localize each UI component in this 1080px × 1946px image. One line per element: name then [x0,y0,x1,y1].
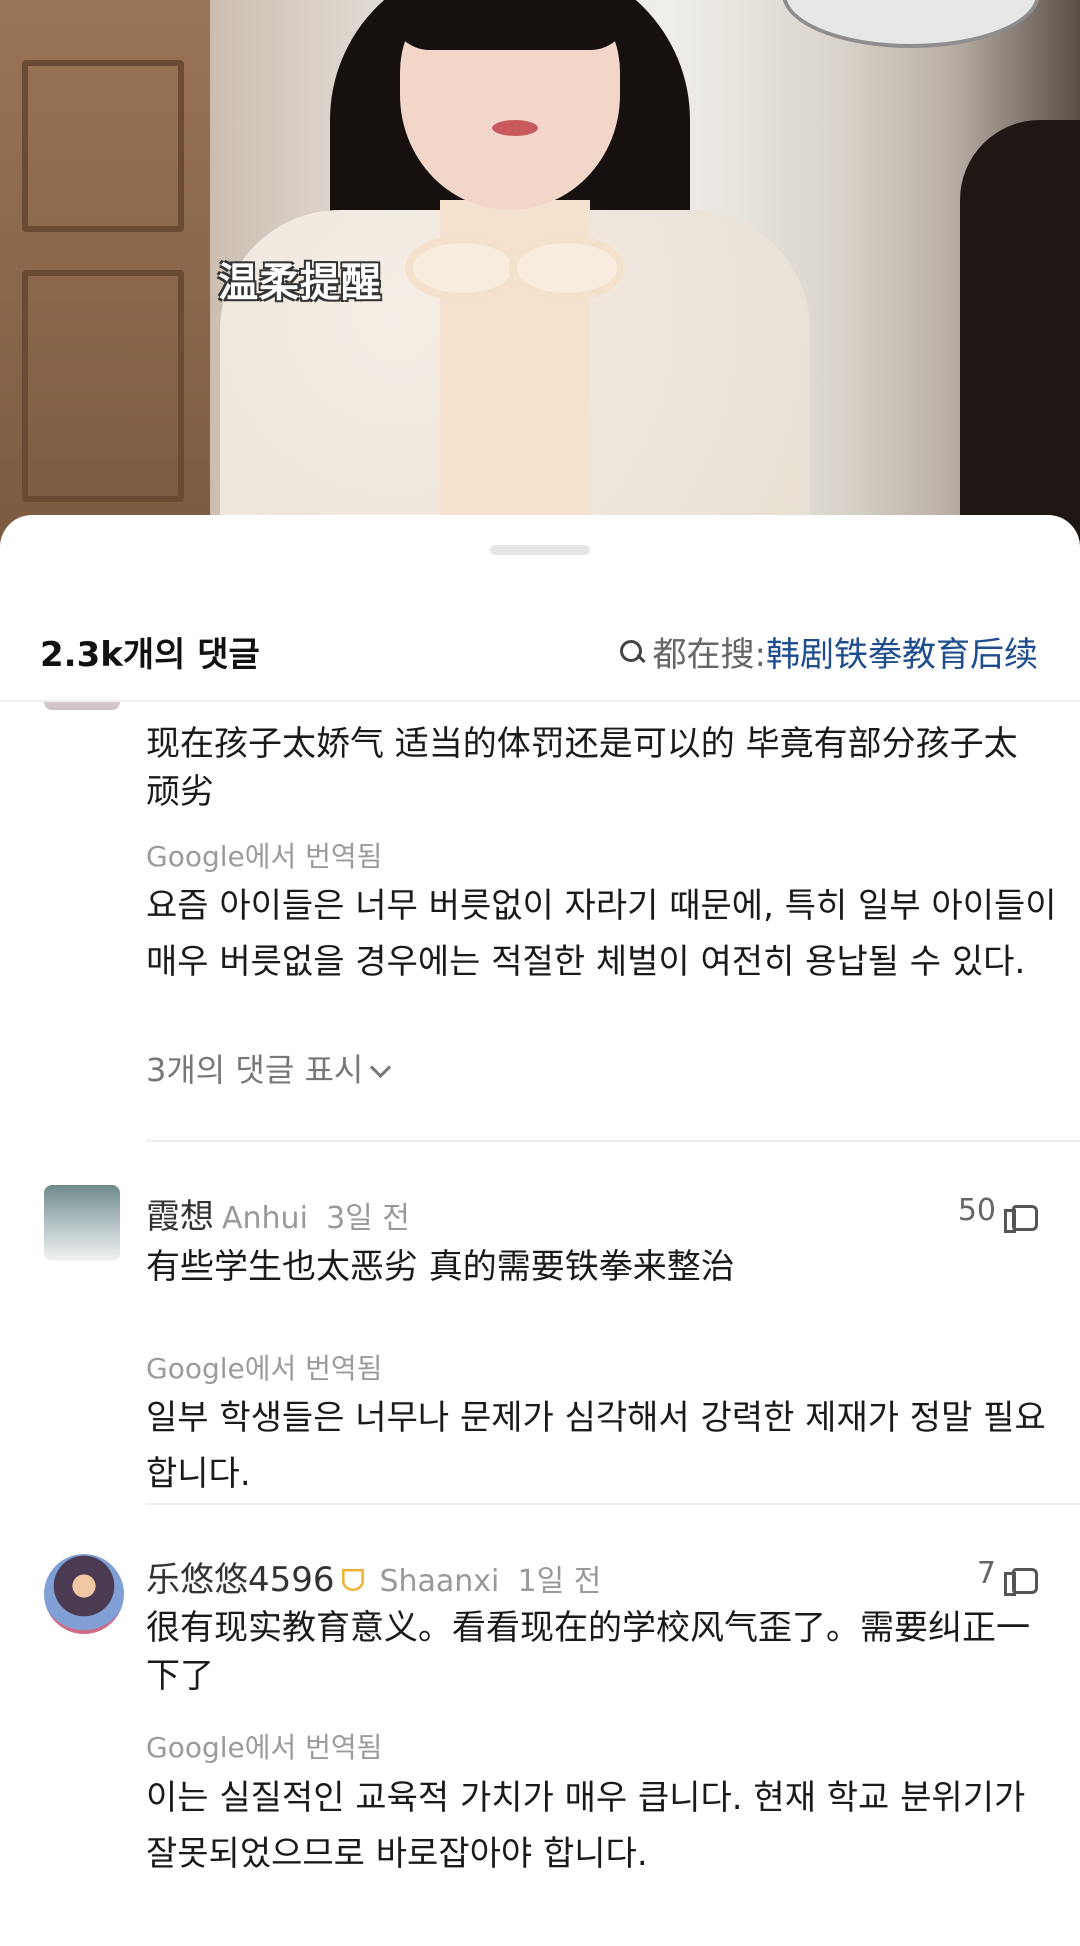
comment-translation: 이는 실질적인 교육적 가치가 매우 큽니다. 현재 학교 분위기가 잘못되었으… [146,1778,1026,1874]
comment-time: 3일 전 [326,1201,410,1236]
comment-sheet-header: 2.3k개의 댓글 都在搜: 韩剧铁拳教育后续 [0,615,1080,695]
comment-username[interactable]: 霞想 [146,1197,214,1237]
thumbs-up-icon [1004,1558,1038,1596]
actress-bow [405,235,625,301]
comment-region: Anhui [222,1201,308,1236]
comment-count: 2.3k개의 댓글 [40,635,260,675]
sheet-drag-handle[interactable] [490,545,590,555]
like-button[interactable]: 50 [957,1193,1038,1233]
comment-time: 1일 전 [517,1564,602,1599]
background-person [960,120,1080,560]
video-player[interactable]: 温柔提醒 [0,0,1080,560]
comment-divider [146,1503,1080,1505]
comment-meta: 乐悠悠4596 ᗜ Shaanxi 1일 전 [146,1552,601,1601]
translation-label: Google에서 번역됨 [146,840,383,873]
lips [492,120,538,136]
like-button[interactable]: 7 [976,1556,1038,1596]
like-count: 50 [957,1193,996,1228]
comment-sheet: 2.3k개의 댓글 都在搜: 韩剧铁拳教育后续 现在孩子太娇气 适当的体罚还是可… [0,515,1080,1946]
trending-search-prefix: 都在搜: [652,635,766,675]
video-subtitle: 温柔提醒 [218,260,382,306]
actress-bangs [390,0,630,50]
comment-translation: 요즘 아이들은 너무 버릇없이 자라기 때문에, 특히 일부 아이들이 매우 버… [146,886,1057,982]
like-count: 7 [976,1556,996,1591]
chevron-down-icon [370,1056,392,1079]
translation-label: Google에서 번역됨 [146,1731,383,1764]
comment-username[interactable]: 乐悠悠4596 [146,1560,335,1600]
show-replies-label: 3개의 댓글 표시 [146,1051,364,1089]
comment-meta: 霞想 Anhui 3일 전 [146,1189,410,1238]
thumbs-up-icon [1004,1195,1038,1233]
background-fan [782,0,1040,48]
avatar[interactable] [44,1185,120,1261]
comment-translation: 일부 학생들은 너무나 문제가 심각해서 강력한 제재가 정말 필요합니다. [146,1398,1046,1494]
comment-list[interactable]: 现在孩子太娇气 适当的体罚还是可以的 毕竟有部分孩子太顽劣 Google에서 번… [0,700,1080,1946]
door-panel-bottom [22,270,184,502]
comment-text: 很有现实教育意义。看看现在的学校风气歪了。需要纠正一下了 [146,1608,1030,1696]
comment-text: 有些学生也太恶劣 真的需要铁拳来整治 [146,1247,735,1287]
background-door [0,0,210,560]
trending-search-topic[interactable]: 韩剧铁拳教育后续 [766,627,1038,676]
show-replies-button[interactable]: 3개의 댓글 표시 [146,1045,392,1091]
avatar[interactable] [44,1554,124,1634]
trending-search-link[interactable]: 都在搜: 韩剧铁拳教育后续 [619,627,1038,676]
door-panel-top [22,60,184,232]
header-divider [0,700,1080,702]
user-badge-icon: ᗜ [340,1564,366,1599]
comment-text: 现在孩子太娇气 适当的体罚还是可以的 毕竟有部分孩子太顽劣 [146,724,1018,812]
search-icon [619,639,645,665]
comment-divider [146,1140,1080,1142]
comment-region: Shaanxi [379,1564,500,1599]
translation-label: Google에서 번역됨 [146,1352,383,1385]
